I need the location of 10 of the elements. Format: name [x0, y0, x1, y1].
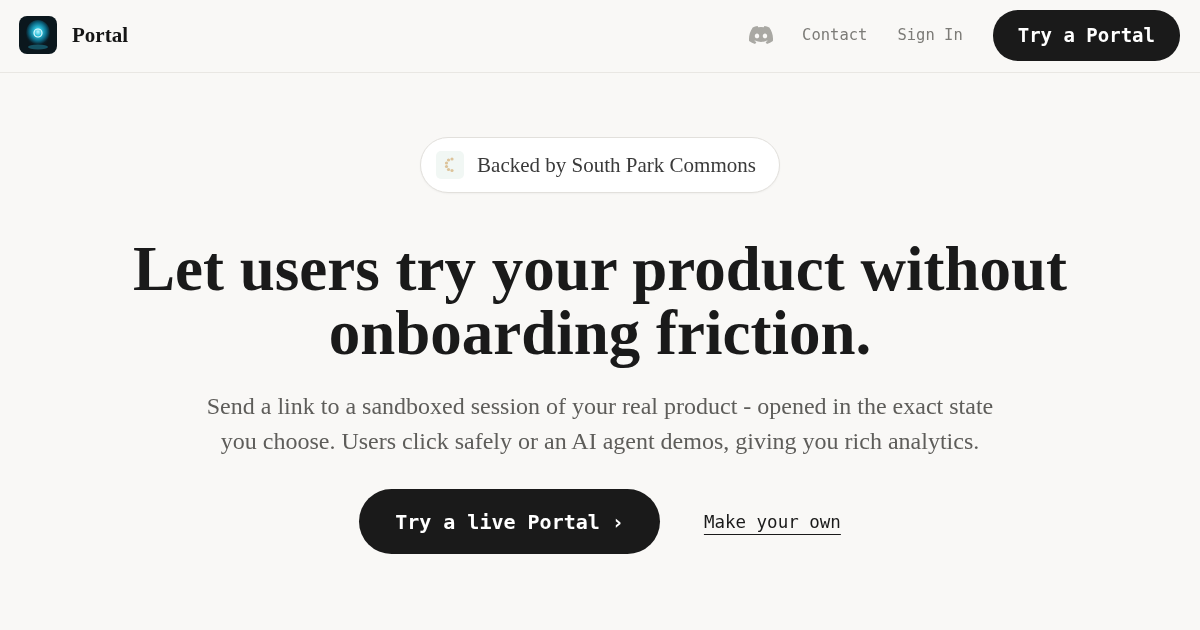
make-your-own-link[interactable]: Make your own	[703, 511, 841, 532]
brand-name[interactable]: Portal	[72, 22, 128, 48]
nav-link[interactable]: Contact	[802, 26, 868, 44]
app-logo-icon[interactable]	[19, 16, 57, 54]
try-live-portal-button[interactable]: Try a live Portal ›	[359, 489, 660, 554]
subtitle: Send a link to a sandboxed session of your real product - opened in the exact state you choose. Users click safely or an AI agent demos, giving you rich analytics.	[205, 392, 995, 456]
try-portal-button[interactable]: Try a Portal	[992, 9, 1180, 61]
nav-link[interactable]: Sign In	[897, 26, 963, 44]
dotted-arc-icon	[436, 151, 465, 179]
badge-text: Backed by South Park Commons	[477, 152, 756, 178]
